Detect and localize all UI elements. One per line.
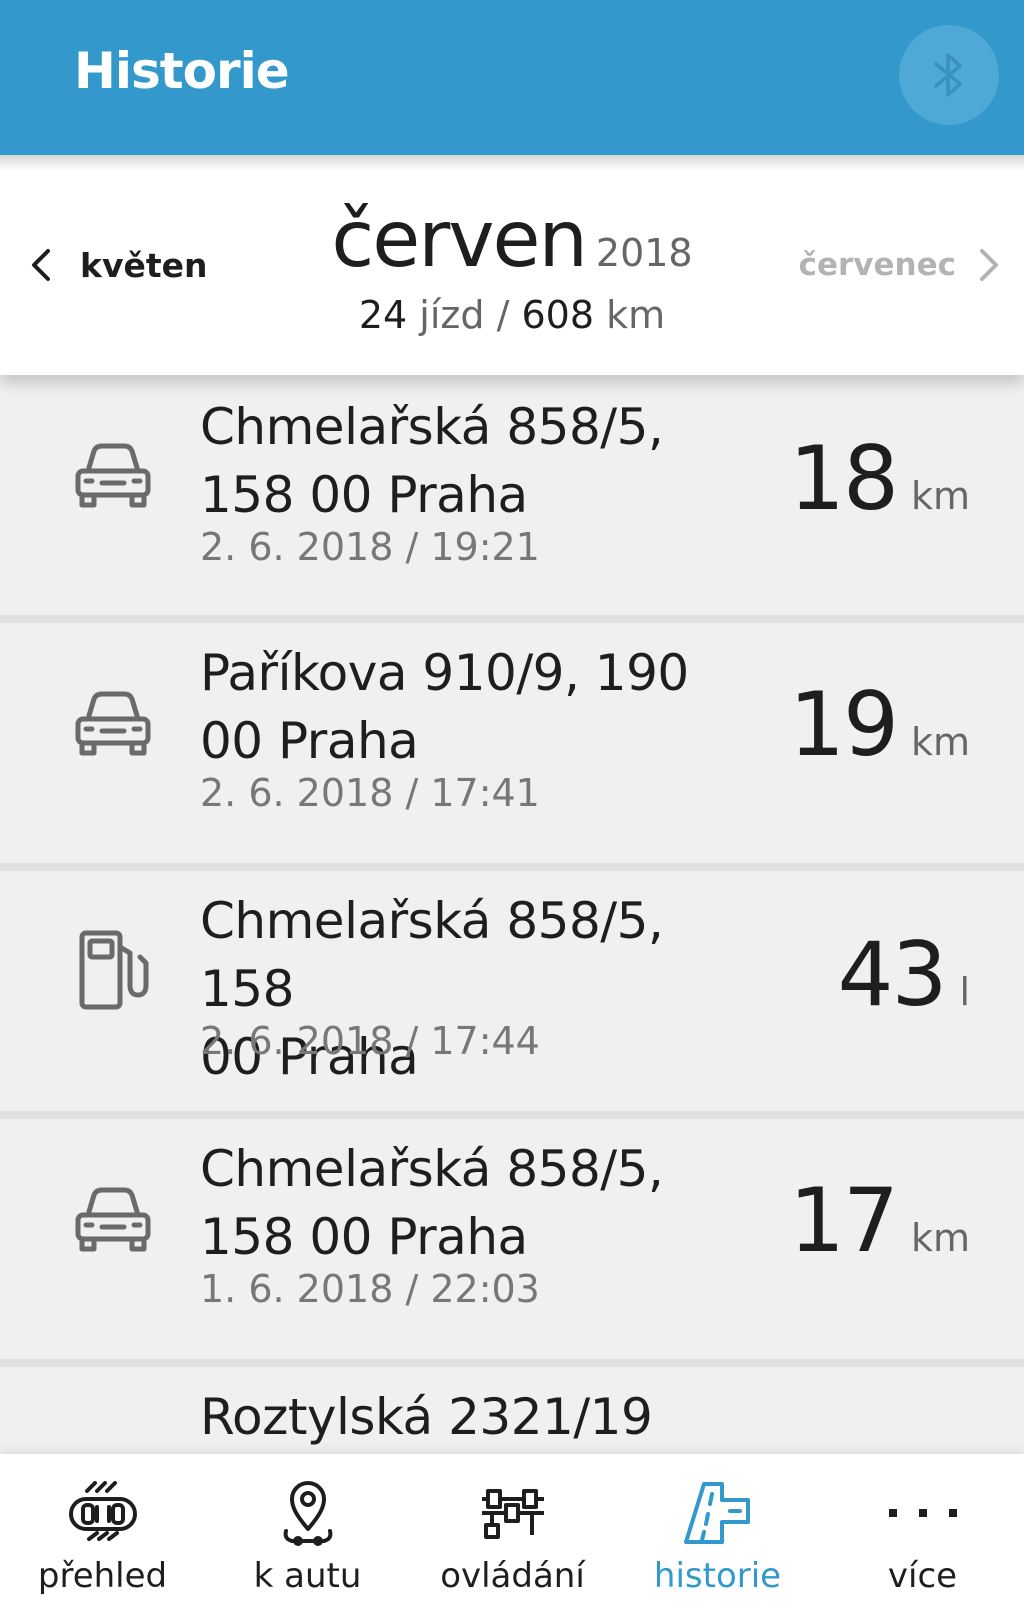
tab-label: přehled — [37, 1556, 168, 1596]
trip-value-unit: km — [910, 474, 970, 518]
list-item[interactable]: Chmelařská 858/5, 158 00 Praha 1. 6. 201… — [0, 1119, 1024, 1359]
list-item[interactable]: Roztylská 2321/19 — [0, 1367, 1024, 1457]
trip-address-line2: 158 00 Praha — [200, 1208, 528, 1266]
trip-address: Chmelařská 858/5, 158 00 Praha — [200, 1135, 760, 1271]
trip-address-line1: Chmelařská 858/5, — [200, 398, 664, 456]
fuel-pump-icon — [79, 930, 149, 1010]
trip-value-unit: l — [959, 970, 970, 1014]
trip-address: Roztylská 2321/19 — [200, 1383, 760, 1451]
month-summary: 24 jízd / 608 km — [0, 293, 1024, 337]
trip-value-number: 19 — [788, 673, 899, 776]
trip-address-line1: Roztylská 2321/19 — [200, 1388, 653, 1446]
chevron-right-icon — [980, 249, 998, 281]
tab-label: k autu — [253, 1556, 362, 1596]
distance-total: 608 — [521, 293, 595, 337]
summary-separator: / — [496, 293, 510, 337]
car-icon — [75, 691, 151, 756]
trip-address: Chmelařská 858/5, 158 00 Praha — [200, 393, 760, 529]
list-item[interactable]: Paříkova 910/9, 190 00 Praha 2. 6. 2018 … — [0, 623, 1024, 863]
month-selector: květen červen 2018 24 jízd / 608 km červe… — [0, 155, 1024, 375]
page-title: Historie — [74, 42, 290, 100]
trip-address-line2: 00 Praha — [200, 712, 419, 770]
trip-value-unit: km — [910, 720, 970, 764]
month-year: 2018 — [595, 231, 693, 275]
tab-vice[interactable]: více — [820, 1454, 1024, 1616]
tab-label: více — [887, 1556, 958, 1596]
map-pin-icon — [283, 1481, 332, 1546]
tab-label: historie — [653, 1556, 782, 1596]
trips-unit: jízd — [419, 293, 485, 337]
list-divider — [0, 1359, 1024, 1367]
month-name: červen — [331, 195, 588, 285]
trip-address-line1: Chmelařská 858/5, — [200, 1140, 664, 1198]
trip-value-number: 43 — [837, 923, 947, 1026]
controls-icon — [481, 1489, 544, 1539]
trip-address-line1: Paříkova 910/9, 190 — [200, 644, 689, 702]
car-icon — [75, 443, 151, 508]
distance-unit: km — [606, 293, 666, 337]
app-header: Historie — [0, 0, 1024, 155]
tab-historie[interactable]: historie — [615, 1454, 820, 1616]
trip-value-unit: km — [910, 1216, 970, 1260]
next-month-button[interactable]: červenec — [799, 235, 1002, 295]
trip-value-number: 18 — [788, 427, 899, 530]
trip-datetime: 2. 6. 2018 / 17:44 — [200, 1019, 540, 1063]
bluetooth-icon — [934, 53, 962, 97]
next-month-label: červenec — [798, 247, 956, 283]
trip-value: 17 km — [789, 1169, 970, 1272]
tab-ovladani[interactable]: ovládání — [410, 1454, 615, 1616]
trip-value: 18 km — [789, 427, 970, 530]
tab-k-autu[interactable]: k autu — [205, 1454, 410, 1616]
trip-datetime: 2. 6. 2018 / 17:41 — [200, 771, 540, 815]
list-divider — [0, 1111, 1024, 1119]
list-divider — [0, 863, 1024, 871]
list-item[interactable]: Chmelařská 858/5, 158 00 Praha 2. 6. 201… — [0, 375, 1024, 615]
bottom-nav: přehled k autu ovládání historie více — [0, 1454, 1024, 1616]
trip-datetime: 2. 6. 2018 / 19:21 — [200, 525, 540, 569]
trip-address-line2: 158 00 Praha — [200, 466, 528, 524]
more-icon — [888, 1509, 957, 1517]
bluetooth-button[interactable] — [899, 25, 999, 125]
trip-address-line1: Chmelařská 858/5, 158 — [200, 892, 664, 1018]
tab-prehled[interactable]: přehled — [0, 1454, 205, 1616]
trips-count: 24 — [358, 293, 408, 337]
trip-address: Paříkova 910/9, 190 00 Praha — [200, 639, 760, 775]
trip-value-number: 17 — [788, 1169, 899, 1272]
trip-value: 19 km — [789, 673, 970, 776]
road-icon — [683, 1482, 750, 1544]
list-divider — [0, 615, 1024, 623]
tab-label: ovládání — [440, 1556, 585, 1596]
trip-value: 43 l — [837, 923, 970, 1026]
list-item[interactable]: Chmelařská 858/5, 158 00 Praha 2. 6. 201… — [0, 871, 1024, 1111]
car-icon — [75, 1187, 151, 1252]
car-overview-icon — [68, 1481, 137, 1541]
trip-datetime: 1. 6. 2018 / 22:03 — [200, 1267, 540, 1311]
